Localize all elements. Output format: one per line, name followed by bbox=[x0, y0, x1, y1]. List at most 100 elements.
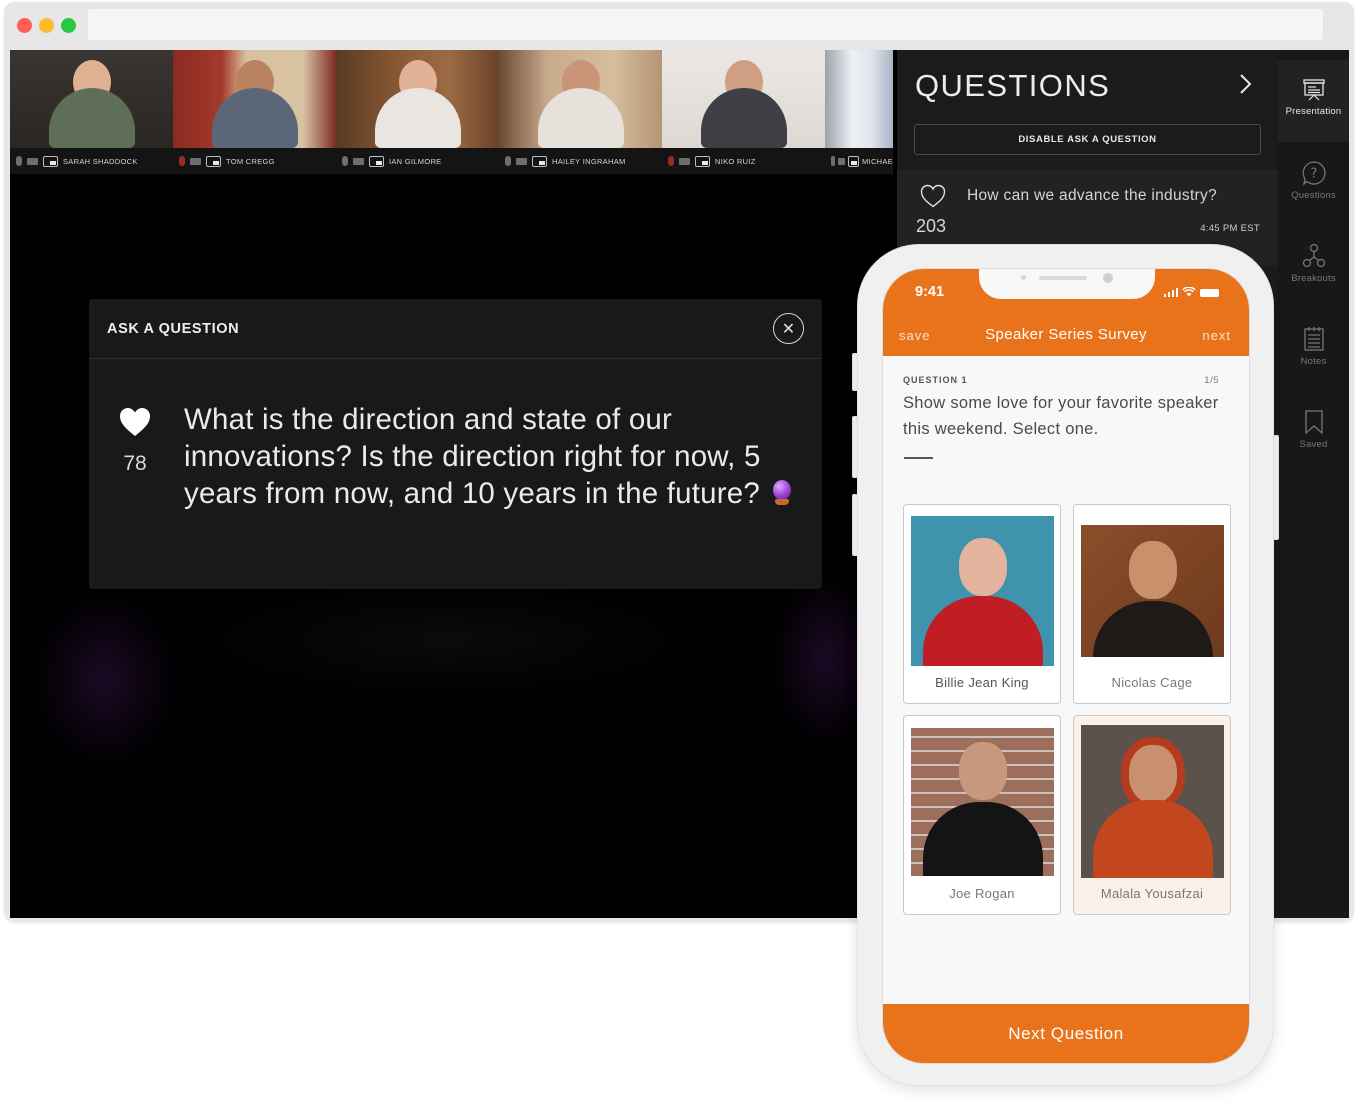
volume-down-button bbox=[852, 494, 858, 556]
mute-switch bbox=[852, 353, 858, 391]
video-tile[interactable]: MICHAE bbox=[825, 50, 893, 174]
stage-background bbox=[30, 590, 180, 770]
app-header: 9:41 save Speaker Series Survey next bbox=[883, 269, 1249, 356]
picture-in-picture-icon[interactable] bbox=[695, 155, 710, 167]
video-tile[interactable]: TOM CREGG bbox=[173, 50, 336, 174]
signal-icon bbox=[1163, 288, 1178, 297]
bookmark-icon bbox=[1304, 410, 1323, 435]
speaker-name: Malala Yousafzai bbox=[1100, 886, 1204, 901]
question-progress: 1/5 bbox=[1204, 375, 1219, 386]
microphone-icon[interactable] bbox=[342, 156, 348, 166]
nav-item-presentation[interactable]: Presentation bbox=[1278, 60, 1349, 142]
microphone-icon[interactable] bbox=[831, 156, 835, 166]
speaker-option[interactable]: Joe Rogan bbox=[903, 715, 1061, 915]
stage-background bbox=[185, 580, 705, 700]
speaker-option[interactable]: Nicolas Cage bbox=[1073, 504, 1231, 704]
video-strip: SARAH SHADDOCK TOM CREGG IAN GILMORE HAI… bbox=[10, 50, 893, 174]
nav-item-breakouts[interactable]: Breakouts bbox=[1278, 243, 1349, 325]
disable-ask-question-button[interactable]: DISABLE ASK A QUESTION bbox=[914, 124, 1261, 155]
crystal-ball-icon bbox=[772, 480, 792, 506]
like-control[interactable]: 78 bbox=[117, 407, 153, 476]
phone-notch bbox=[979, 269, 1155, 299]
close-modal-button[interactable]: ✕ bbox=[773, 313, 804, 344]
power-button bbox=[1273, 435, 1279, 540]
picture-in-picture-icon[interactable] bbox=[369, 155, 384, 167]
camera-icon[interactable] bbox=[516, 157, 527, 165]
next-link[interactable]: next bbox=[1202, 328, 1231, 343]
nav-item-notes[interactable]: Notes bbox=[1278, 326, 1349, 408]
video-feed bbox=[825, 50, 893, 148]
modal-header: ASK A QUESTION ✕ bbox=[89, 299, 822, 359]
camera-icon[interactable] bbox=[353, 157, 364, 165]
camera-icon[interactable] bbox=[190, 157, 201, 165]
app-nav: save Speaker Series Survey next bbox=[883, 325, 1249, 351]
video-tile[interactable]: NIKO RUIZ bbox=[662, 50, 825, 174]
battery-icon bbox=[1200, 289, 1219, 297]
speaker-photo bbox=[1081, 525, 1224, 657]
video-tile[interactable]: IAN GILMORE bbox=[336, 50, 499, 174]
participant-bar: NIKO RUIZ bbox=[662, 148, 825, 174]
status-icons bbox=[1163, 287, 1219, 297]
speaker-name: Billie Jean King bbox=[935, 675, 1029, 690]
like-count: 78 bbox=[123, 452, 147, 475]
question-prompt: Show some love for your favorite speaker… bbox=[903, 394, 1219, 438]
participant-bar: HAILEY INGRAHAM bbox=[499, 148, 662, 174]
picture-in-picture-icon[interactable] bbox=[206, 155, 221, 167]
video-tile[interactable]: HAILEY INGRAHAM bbox=[499, 50, 662, 174]
participant-name: SARAH SHADDOCK bbox=[63, 156, 138, 166]
speaker-photo bbox=[1081, 725, 1224, 878]
microphone-icon[interactable] bbox=[505, 156, 511, 166]
muted-microphone-icon[interactable] bbox=[668, 156, 674, 166]
speaker-option-selected[interactable]: Malala Yousafzai bbox=[1073, 715, 1231, 915]
nav-label: Saved bbox=[1299, 439, 1328, 450]
video-feed bbox=[499, 50, 662, 148]
heart-filled-icon[interactable] bbox=[119, 407, 151, 437]
presentation-icon bbox=[1302, 79, 1325, 101]
heart-outline-icon[interactable] bbox=[920, 184, 946, 208]
participant-bar: MICHAE bbox=[825, 148, 893, 174]
question-number: QUESTION 1 bbox=[903, 375, 968, 385]
participant-name: IAN GILMORE bbox=[389, 156, 442, 166]
camera-icon[interactable] bbox=[679, 157, 690, 165]
participant-name: TOM CREGG bbox=[226, 156, 275, 166]
notes-icon bbox=[1303, 327, 1324, 351]
phone-mockup: 9:41 save Speaker Series Survey next QUE… bbox=[852, 244, 1279, 1086]
nav-label: Breakouts bbox=[1291, 273, 1336, 284]
picture-in-picture-icon[interactable] bbox=[848, 155, 860, 167]
participant-bar: TOM CREGG bbox=[173, 148, 336, 174]
speaker-name: Joe Rogan bbox=[949, 886, 1015, 901]
participant-name: HAILEY INGRAHAM bbox=[552, 156, 626, 166]
speaker-name: Nicolas Cage bbox=[1111, 675, 1193, 690]
microphone-icon[interactable] bbox=[16, 156, 22, 166]
status-time: 9:41 bbox=[915, 284, 945, 300]
picture-in-picture-icon[interactable] bbox=[43, 155, 58, 167]
divider bbox=[904, 457, 933, 459]
ask-question-modal: ASK A QUESTION ✕ 78 What is the directio… bbox=[89, 299, 822, 589]
nav-label: Presentation bbox=[1285, 106, 1342, 117]
question-text: What is the direction and state of our i… bbox=[184, 401, 804, 512]
muted-microphone-icon[interactable] bbox=[179, 156, 185, 166]
close-icon: ✕ bbox=[781, 320, 796, 338]
maximize-window-button[interactable] bbox=[61, 18, 76, 33]
speaker-photo bbox=[911, 516, 1054, 666]
camera-icon[interactable] bbox=[27, 157, 38, 165]
minimize-window-button[interactable] bbox=[39, 18, 54, 33]
video-feed bbox=[10, 50, 173, 148]
question-bubble-icon: ? bbox=[1302, 161, 1326, 186]
participant-name: MICHAE bbox=[862, 156, 893, 166]
nav-label: Questions bbox=[1291, 190, 1336, 201]
close-window-button[interactable] bbox=[17, 18, 32, 33]
chevron-right-icon[interactable] bbox=[1239, 73, 1253, 95]
next-question-button[interactable]: Next Question bbox=[883, 1004, 1249, 1063]
address-bar[interactable] bbox=[88, 9, 1323, 40]
camera-icon[interactable] bbox=[838, 157, 846, 165]
nav-item-questions[interactable]: ? Questions bbox=[1278, 160, 1349, 242]
speaker-photo bbox=[911, 728, 1054, 876]
panel-title: QUESTIONS bbox=[915, 68, 1111, 103]
video-tile[interactable]: SARAH SHADDOCK bbox=[10, 50, 173, 174]
question-body: What is the direction and state of our i… bbox=[184, 403, 769, 510]
participant-bar: IAN GILMORE bbox=[336, 148, 499, 174]
nav-item-saved[interactable]: Saved bbox=[1278, 409, 1349, 491]
speaker-option[interactable]: Billie Jean King bbox=[903, 504, 1061, 704]
picture-in-picture-icon[interactable] bbox=[532, 155, 547, 167]
